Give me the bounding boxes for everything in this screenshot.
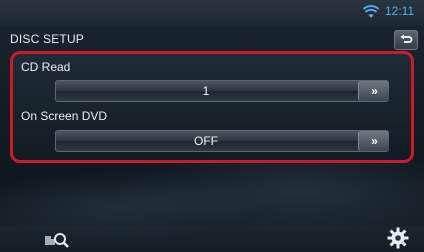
- on-screen-dvd-label: On Screen DVD: [21, 109, 108, 123]
- wifi-icon: [363, 5, 379, 18]
- settings-panel: CD Read 1 » On Screen DVD OFF »: [10, 51, 414, 163]
- cd-read-next-button[interactable]: »: [358, 81, 389, 101]
- back-button[interactable]: [394, 30, 418, 50]
- cd-read-label: CD Read: [21, 60, 71, 74]
- gear-icon[interactable]: [387, 227, 409, 249]
- disc-setup-screen: 12:11 DISC SETUP CD Read 1 » On Screen D…: [0, 0, 424, 252]
- cd-read-setting[interactable]: 1 »: [55, 80, 389, 102]
- on-screen-dvd-setting[interactable]: OFF »: [55, 130, 389, 152]
- on-screen-dvd-value: OFF: [194, 134, 218, 148]
- back-return-icon: [400, 34, 413, 43]
- page-title: DISC SETUP: [10, 32, 85, 46]
- cd-read-value: 1: [202, 84, 210, 98]
- clock: 12:11: [385, 4, 415, 18]
- status-bar: 12:11: [0, 0, 424, 26]
- on-screen-dvd-next-button[interactable]: »: [358, 131, 389, 151]
- media-search-icon[interactable]: [44, 229, 70, 249]
